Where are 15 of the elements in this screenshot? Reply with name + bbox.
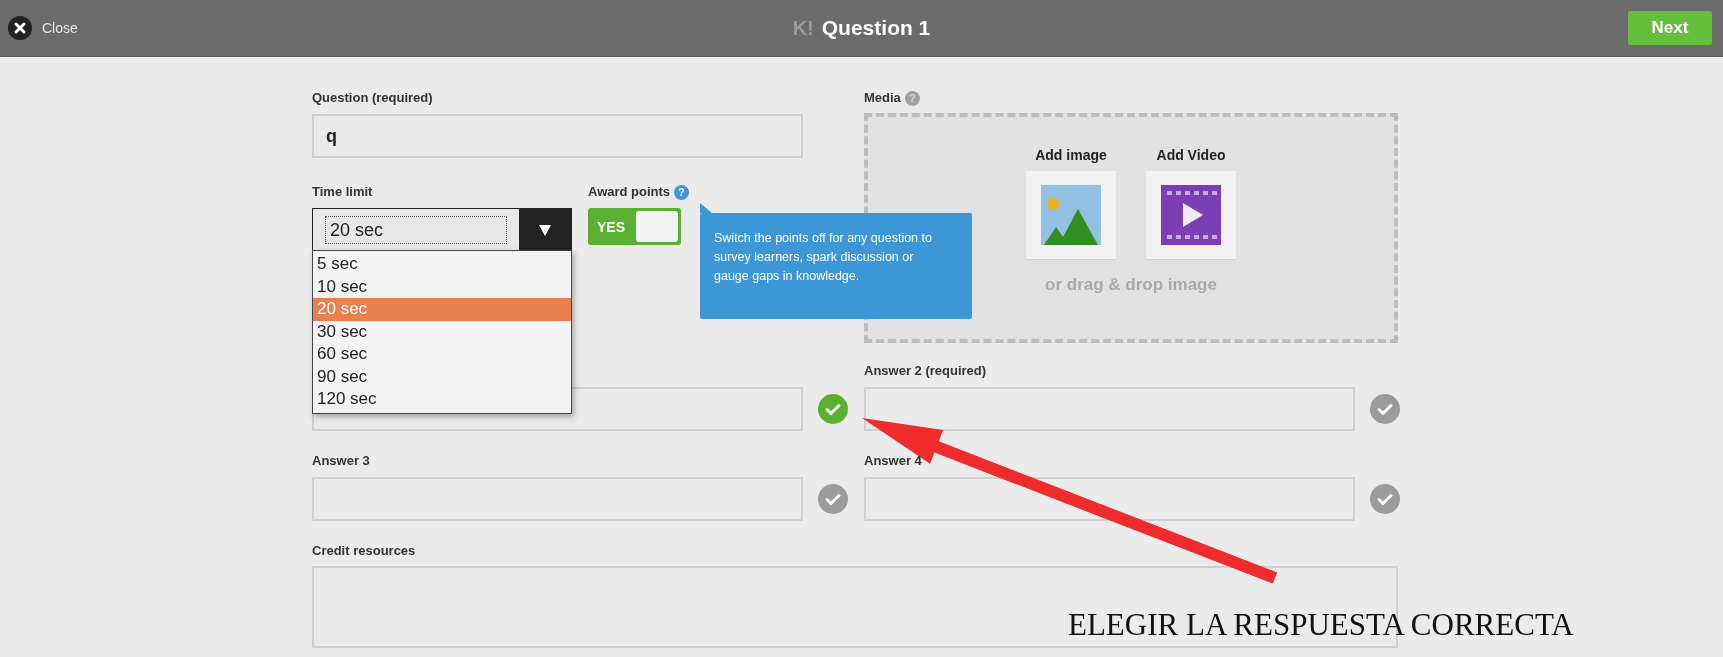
window-title: Question 1 [821, 16, 931, 40]
help-icon: ? [674, 184, 690, 200]
field-label: Time limit [312, 184, 374, 200]
field-label: Award points [588, 184, 671, 200]
annotation-text: ELEGIR LA RESPUESTA CORRECTA [1068, 607, 1574, 643]
field-label: Question (required) [312, 90, 434, 106]
field-label: Credit resources [312, 543, 417, 559]
add-video-label: Add Video [1156, 147, 1226, 163]
answer-label: Answer 4 [864, 453, 922, 468]
field-label: Media [864, 90, 901, 106]
drop-hint: or drag & drop image [1045, 275, 1217, 295]
add-image-label: Add image [1035, 147, 1107, 163]
answer-label: Answer 3 [312, 453, 370, 468]
help-icon: ? [904, 90, 920, 106]
answer-label: Answer 2 (required) [864, 363, 987, 378]
